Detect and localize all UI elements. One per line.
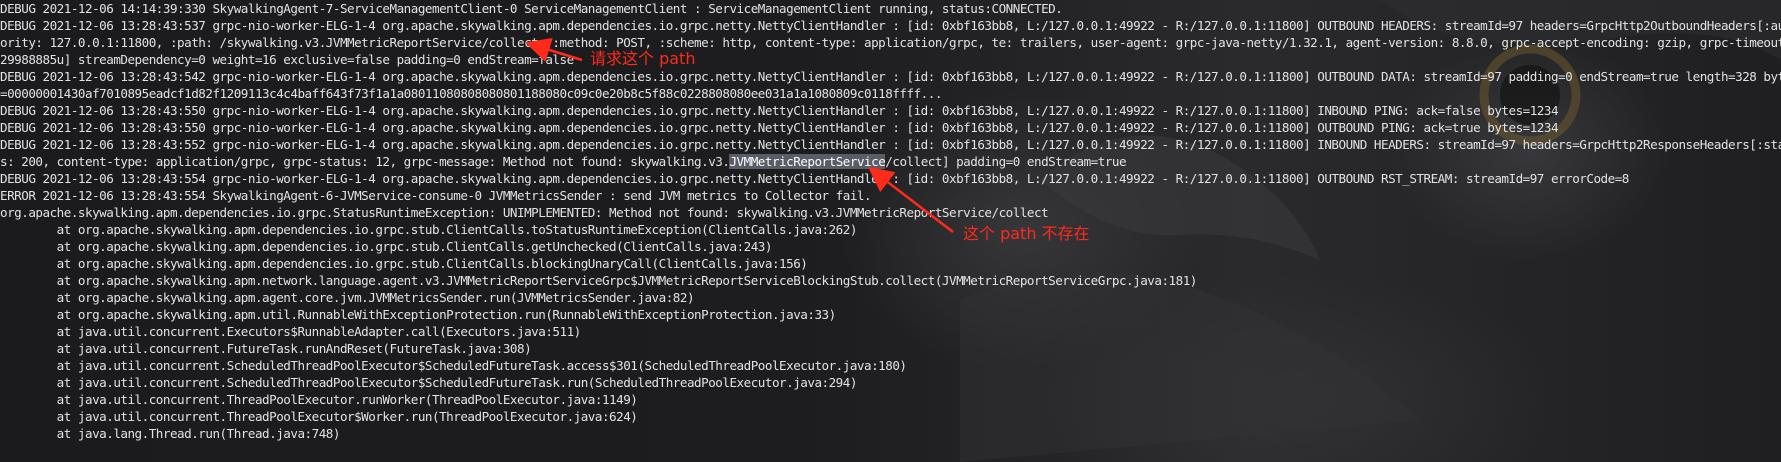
- log-line: at java.util.concurrent.FutureTask.runAn…: [0, 341, 532, 356]
- log-line: at org.apache.skywalking.apm.dependencie…: [0, 222, 858, 237]
- log-line: at java.util.concurrent.ThreadPoolExecut…: [0, 392, 638, 407]
- log-line: DEBUG 2021-12-06 13:28:43:550 grpc-nio-w…: [0, 103, 1559, 118]
- log-line: =00000001430af7010895eadcf1d82f1209113c4…: [0, 86, 942, 101]
- log-line: DEBUG 2021-12-06 13:28:43:554 grpc-nio-w…: [0, 171, 1629, 186]
- log-line: ERROR 2021-12-06 13:28:43:554 Skywalking…: [0, 188, 872, 203]
- log-line: [0, 442, 1781, 459]
- log-text: s: 200, content-type: application/grpc, …: [0, 154, 730, 169]
- log-line: at org.apache.skywalking.apm.dependencie…: [0, 239, 773, 254]
- log-line: 29988885u] streamDependency=0 weight=16 …: [0, 52, 574, 67]
- terminal-log: DEBUG 2021-12-06 14:14:39:330 Skywalking…: [0, 0, 1781, 462]
- log-line: DEBUG 2021-12-06 13:28:43:537 grpc-nio-w…: [0, 18, 1781, 33]
- log-line: at org.apache.skywalking.apm.util.Runnab…: [0, 307, 837, 322]
- log-line: at org.apache.skywalking.apm.agent.core.…: [0, 290, 695, 305]
- log-line: org.apache.skywalking.apm.dependencies.i…: [0, 205, 1049, 220]
- log-line: at java.util.concurrent.ScheduledThreadP…: [0, 375, 858, 390]
- log-line: at org.apache.skywalking.apm.dependencie…: [0, 256, 808, 271]
- log-text: /collect] padding=0 endStream=true: [885, 154, 1127, 169]
- log-line: DEBUG 2021-12-06 13:28:43:550 grpc-nio-w…: [0, 120, 1559, 135]
- annotation-request-path: 请求这个 path: [590, 49, 696, 68]
- log-line: DEBUG 2021-12-06 14:14:39:330 Skywalking…: [0, 1, 1063, 16]
- log-line: ority: 127.0.0.1:11800, :path: /skywalki…: [0, 35, 1781, 50]
- terminal-window[interactable]: DEBUG 2021-12-06 14:14:39:330 Skywalking…: [0, 0, 1781, 462]
- log-line: at java.util.concurrent.ScheduledThreadP…: [0, 358, 907, 373]
- log-line: DEBUG 2021-12-06 13:28:43:552 grpc-nio-w…: [0, 137, 1781, 152]
- log-line: DEBUG 2021-12-06 13:28:43:542 grpc-nio-w…: [0, 69, 1781, 84]
- selected-text[interactable]: JVMMetricReportService: [729, 154, 886, 169]
- log-line: at java.util.concurrent.ThreadPoolExecut…: [0, 409, 638, 424]
- log-line: at java.lang.Thread.run(Thread.java:748): [0, 426, 341, 441]
- log-line: at java.util.concurrent.Executors$Runnab…: [0, 324, 582, 339]
- log-line: s: 200, content-type: application/grpc, …: [0, 153, 1781, 170]
- annotation-path-not-exist: 这个 path 不存在: [963, 224, 1090, 243]
- log-line: at org.apache.skywalking.apm.network.lan…: [0, 273, 1198, 288]
